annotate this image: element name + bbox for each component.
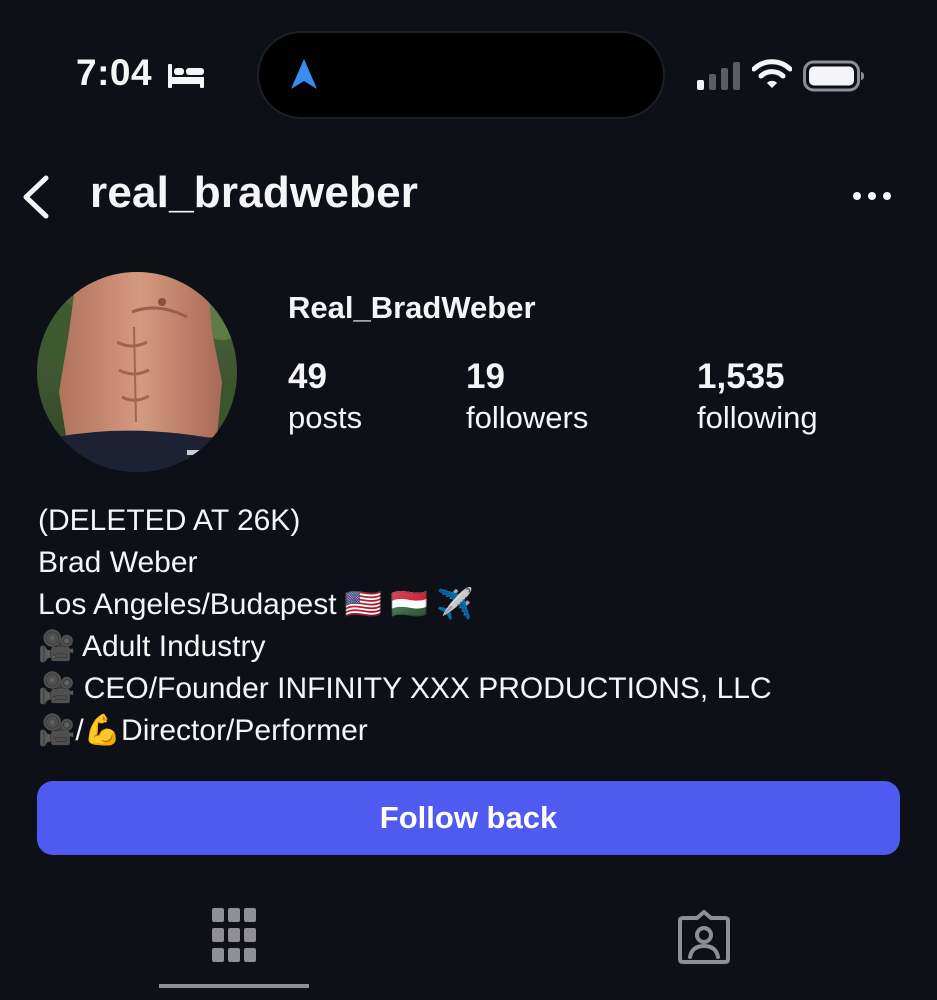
grid-icon [212, 908, 256, 962]
bio-line: 🎥/💪Director/Performer [38, 714, 368, 747]
tab-tagged[interactable] [630, 900, 780, 988]
wifi-icon [752, 59, 792, 88]
location-arrow-icon [291, 59, 317, 89]
following-stat[interactable]: 1,535 following [697, 357, 818, 439]
back-button[interactable] [14, 170, 64, 224]
followers-count: 19 [466, 357, 505, 396]
posts-count: 49 [288, 357, 327, 396]
bed-icon [168, 64, 204, 88]
more-horizontal-icon [853, 192, 891, 200]
followers-label: followers [466, 400, 589, 435]
bio-line: (DELETED AT 26K) [38, 504, 301, 537]
followers-stat[interactable]: 19 followers [466, 357, 588, 439]
following-label: following [697, 400, 818, 435]
bio-line: Los Angeles/Budapest 🇺🇸 🇭🇺 ✈️ [38, 588, 474, 621]
profile-name: Real_BradWeber [288, 290, 536, 325]
avatar[interactable] [37, 272, 237, 472]
bio: (DELETED AT 26K) Brad Weber Los Angeles/… [38, 500, 772, 752]
dynamic-island [257, 31, 665, 119]
posts-stat[interactable]: 49 posts [288, 357, 362, 439]
tagged-person-icon [678, 910, 730, 964]
cellular-signal-icon [697, 62, 740, 90]
more-options-button[interactable] [848, 180, 896, 212]
follow-back-button[interactable]: Follow back [37, 781, 900, 855]
bio-line: Brad Weber [38, 546, 198, 579]
status-time: 7:04 [76, 52, 153, 93]
bio-line: 🎥 CEO/Founder INFINITY XXX PRODUCTIONS, … [38, 672, 772, 705]
following-count: 1,535 [697, 357, 785, 396]
header-username: real_bradweber [90, 168, 419, 217]
battery-icon [803, 60, 864, 92]
tab-posts-grid[interactable] [159, 900, 309, 988]
chevron-left-icon [23, 175, 49, 219]
bio-line: 🎥 Adult Industry [38, 630, 266, 663]
posts-label: posts [288, 400, 363, 435]
active-tab-indicator [159, 984, 309, 988]
